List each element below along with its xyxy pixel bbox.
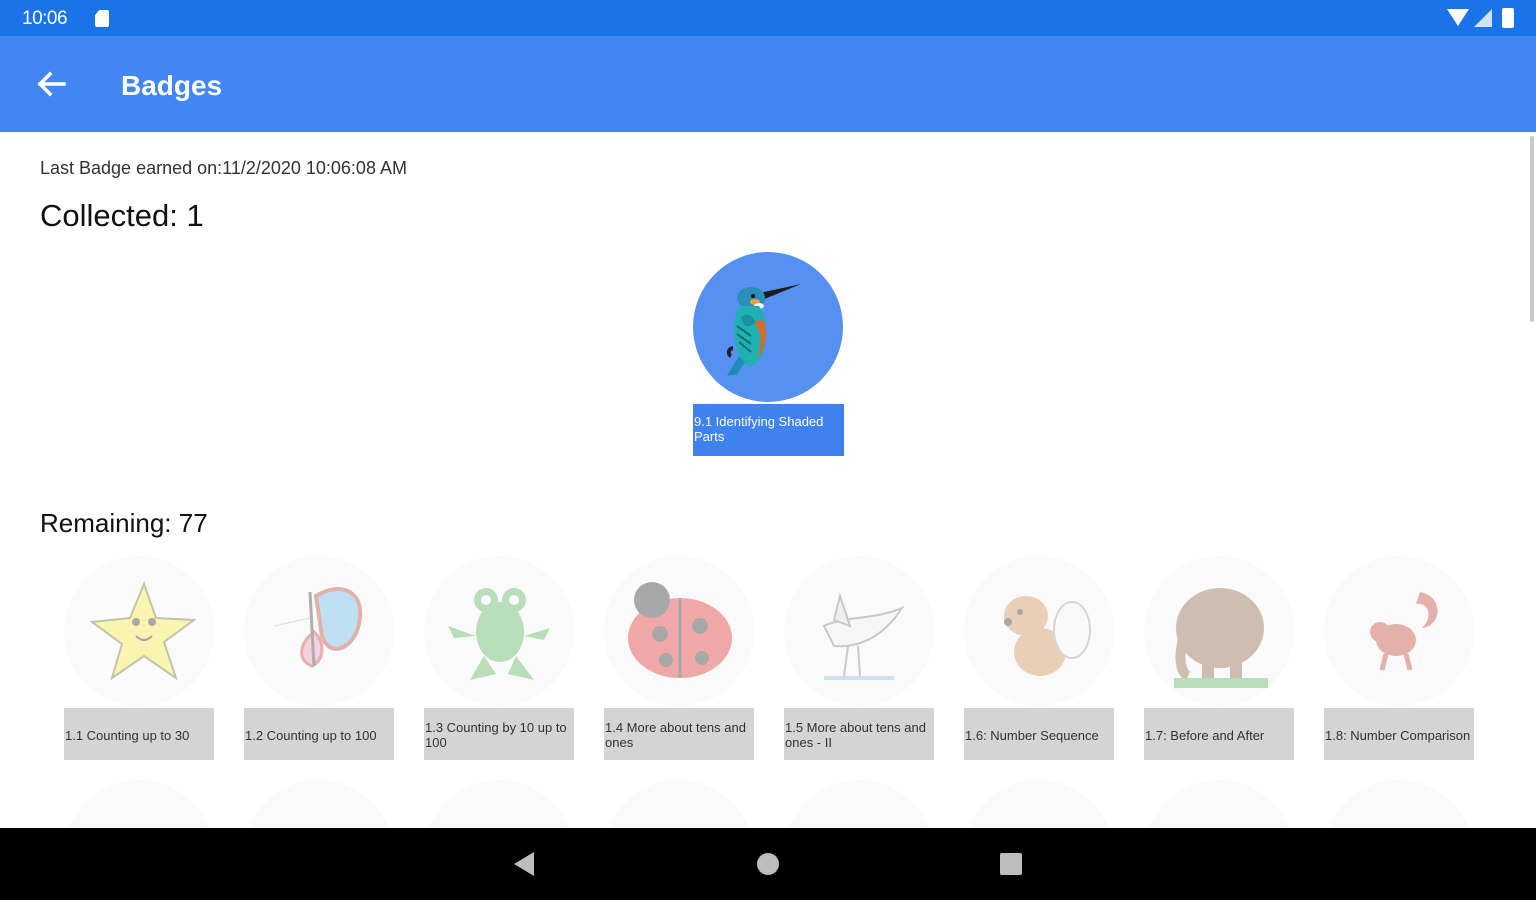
badge-image	[244, 780, 394, 828]
status-time: 10:06	[22, 8, 68, 29]
signal-icon	[1474, 9, 1492, 27]
badge-label: 1.7: Before and After	[1144, 708, 1294, 760]
remaining-count: Remaining: 77	[40, 508, 208, 538]
badge-label: 1.5 More about tens and ones - II	[784, 708, 934, 760]
badge-image	[604, 780, 754, 828]
dog-icon	[1004, 596, 1091, 676]
badge-image	[64, 556, 214, 706]
kingfisher-icon	[726, 284, 801, 376]
badge-label: 1.6: Number Sequence	[964, 708, 1114, 760]
sd-card-icon	[95, 10, 109, 27]
badge-card-partial[interactable]	[964, 780, 1114, 828]
badge-card-partial[interactable]	[244, 780, 394, 828]
badge-card[interactable]: 1.5 More about tens and ones - II	[784, 556, 934, 760]
butterfly-icon	[273, 587, 362, 668]
badge-image	[424, 556, 574, 706]
badge-image	[424, 780, 574, 828]
earned-badge[interactable]: 9.1 Identifying Shaded Parts	[693, 252, 844, 456]
scrollbar[interactable]	[1530, 136, 1534, 322]
badge-image	[604, 556, 754, 706]
badge-card-partial[interactable]	[1144, 780, 1294, 828]
system-navigation-bar	[0, 828, 1536, 900]
badge-image	[64, 780, 214, 828]
badge-image	[964, 556, 1114, 706]
badge-image	[964, 780, 1114, 828]
badges-content[interactable]: Last Badge earned on:11/2/2020 10:06:08 …	[0, 132, 1536, 828]
badge-label: 9.1 Identifying Shaded Parts	[693, 404, 844, 456]
badge-image	[693, 252, 843, 402]
badge-card[interactable]: 1.3 Counting by 10 up to 100	[424, 556, 574, 760]
status-bar: 10:06	[0, 0, 1536, 36]
ladybug-icon	[628, 582, 732, 678]
battery-icon	[1502, 8, 1514, 28]
squirrel-icon	[1370, 592, 1438, 671]
arrow-left-icon[interactable]	[34, 68, 70, 100]
nav-back-icon[interactable]	[514, 852, 534, 876]
last-earned-text: Last Badge earned on:11/2/2020 10:06:08 …	[40, 158, 407, 178]
bird-icon	[822, 592, 905, 680]
app-bar: Badges	[0, 36, 1536, 132]
nav-recents-icon[interactable]	[1000, 853, 1022, 875]
badge-card[interactable]: 1.8: Number Comparison	[1324, 556, 1474, 760]
wifi-icon	[1447, 9, 1469, 26]
badge-label: 1.2 Counting up to 100	[244, 708, 394, 760]
badge-image	[244, 556, 394, 706]
badge-image	[1144, 556, 1294, 706]
page-title: Badges	[121, 70, 223, 101]
frog-icon	[448, 588, 550, 680]
badge-card-partial[interactable]	[784, 780, 934, 828]
badge-card[interactable]: 1.1 Counting up to 30	[64, 556, 214, 760]
badge-label: 1.4 More about tens and ones	[604, 708, 754, 760]
badge-card-partial[interactable]	[604, 780, 754, 828]
badge-card-partial[interactable]	[64, 780, 214, 828]
badge-card-partial[interactable]	[424, 780, 574, 828]
badge-card-partial[interactable]	[1324, 780, 1474, 828]
badge-image	[784, 556, 934, 706]
badge-label: 1.8: Number Comparison	[1324, 708, 1474, 760]
badge-image	[1324, 556, 1474, 706]
badge-card[interactable]: 1.6: Number Sequence	[964, 556, 1114, 760]
badge-card[interactable]: 1.7: Before and After	[1144, 556, 1294, 760]
badge-label: 1.1 Counting up to 30	[64, 708, 214, 760]
badge-image	[1144, 780, 1294, 828]
badge-card[interactable]: 1.2 Counting up to 100	[244, 556, 394, 760]
star-icon	[89, 581, 197, 681]
collected-count: Collected: 1	[40, 198, 204, 233]
badge-image	[784, 780, 934, 828]
badge-image	[1324, 780, 1474, 828]
elephant-icon	[1174, 588, 1268, 688]
badge-card[interactable]: 1.4 More about tens and ones	[604, 556, 754, 760]
nav-home-icon[interactable]	[757, 853, 779, 875]
badge-label: 1.3 Counting by 10 up to 100	[424, 708, 574, 760]
